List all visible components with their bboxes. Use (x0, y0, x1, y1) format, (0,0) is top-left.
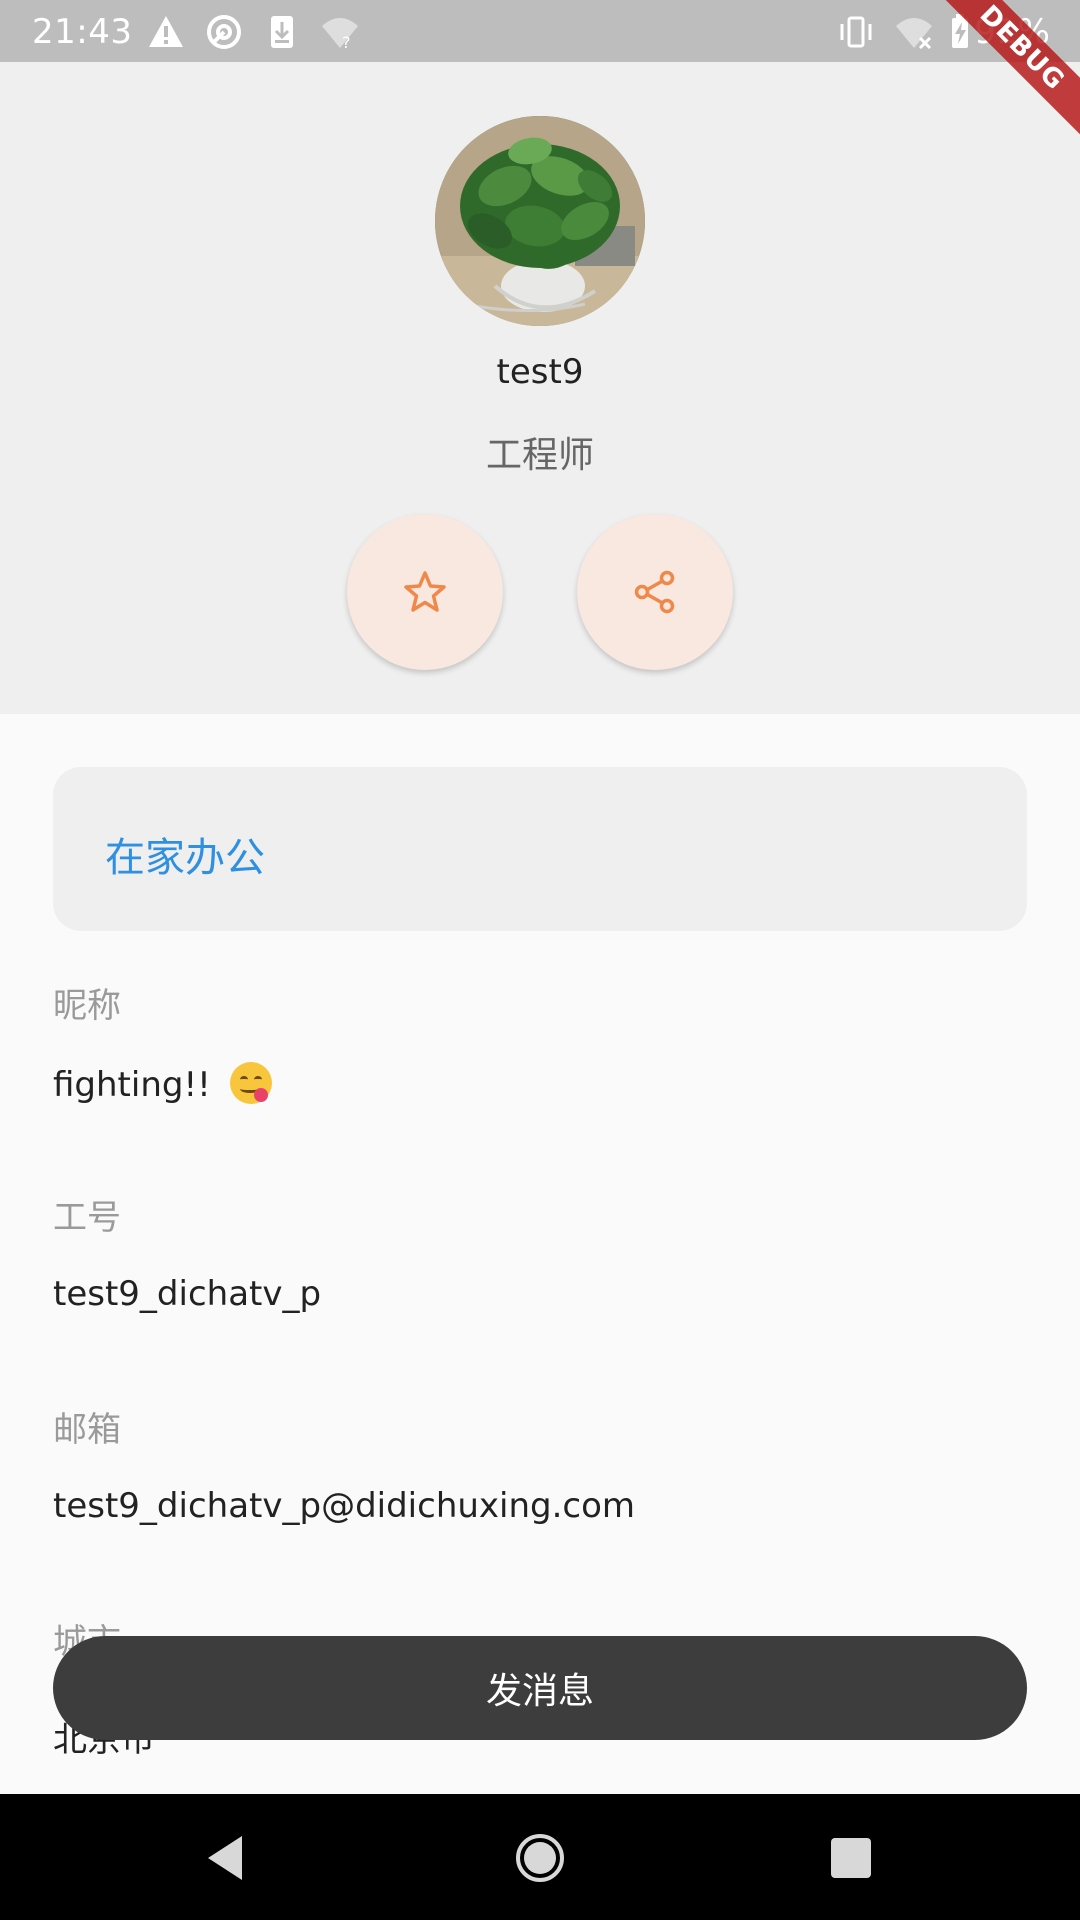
status-bar: 21:43 ? 91% (0, 0, 1080, 62)
system-nav-bar (0, 1794, 1080, 1920)
avatar-plant-image (435, 116, 645, 326)
work-status-card[interactable]: 在家办公 (53, 767, 1027, 931)
svg-text:?: ? (342, 33, 351, 52)
profile-name: test9 (496, 352, 584, 392)
field-label-email: 邮箱 (53, 1410, 121, 1450)
back-icon[interactable] (198, 1830, 254, 1886)
avatar[interactable] (435, 116, 645, 326)
alert-icon (146, 12, 186, 52)
vibrate-icon (836, 12, 876, 52)
yum-emoji-icon (229, 1062, 272, 1104)
wifi-question-icon: ? (320, 12, 360, 52)
download-icon (262, 12, 302, 52)
share-button[interactable] (577, 514, 733, 670)
status-time: 21:43 (32, 12, 133, 52)
favorite-button[interactable] (347, 514, 503, 670)
profile-title: 工程师 (485, 435, 594, 476)
home-icon[interactable] (512, 1830, 568, 1886)
profile-header: test9 工程师 (0, 62, 1080, 714)
wifi-off-icon (894, 12, 934, 52)
sync-icon (204, 12, 244, 52)
nickname-text: fighting!! (53, 1065, 222, 1105)
work-status-text: 在家办公 (105, 835, 265, 881)
field-value-nickname: fighting!! (53, 1062, 272, 1105)
field-value-email[interactable]: test9_dichatv_p@didichuxing.com (53, 1486, 635, 1526)
field-value-employee-id: test9_dichatv_p (53, 1274, 322, 1314)
star-icon (404, 571, 446, 612)
recents-icon[interactable] (823, 1830, 879, 1886)
send-message-button[interactable]: 发消息 (53, 1636, 1027, 1740)
field-label-nickname: 昵称 (53, 986, 121, 1026)
share-icon (634, 570, 675, 614)
field-label-employee-id: 工号 (53, 1198, 121, 1238)
